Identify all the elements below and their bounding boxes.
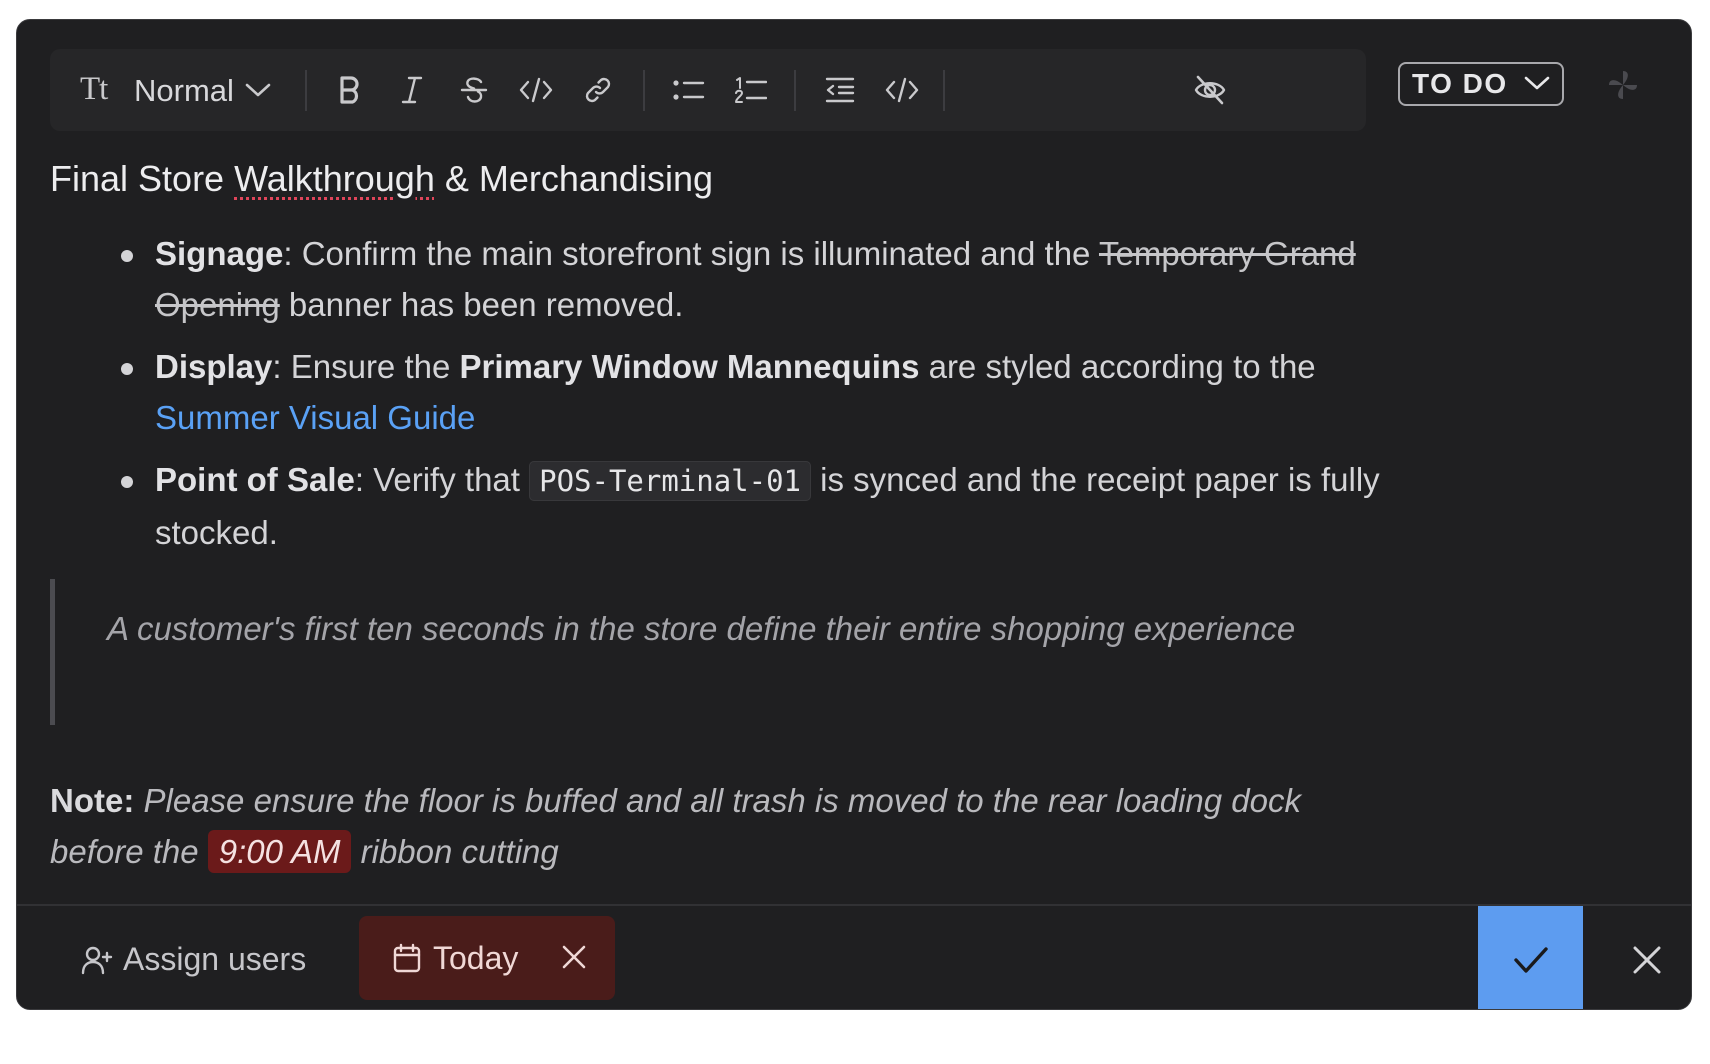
misspelled-word[interactable]: Walkthrough [234,158,435,199]
list-item[interactable]: Signage: Confirm the main storefront sig… [113,228,1403,330]
italic-button[interactable] [394,49,430,131]
inline-code-icon [519,77,553,103]
chevron-down-icon [1524,76,1550,90]
due-date-label: Today [433,939,519,976]
numbered-list-icon [735,77,767,103]
text-format-icon: Tt [80,71,108,107]
add-user-icon [81,946,113,974]
checkmark-icon [1513,946,1548,973]
bold-icon [340,76,359,104]
chevron-down-icon [240,49,276,131]
toolbar-divider [794,70,796,111]
numbered-list-button[interactable] [731,49,771,131]
toolbar-divider [943,70,945,111]
eye-off-icon [1194,75,1226,105]
blockquote: A customer's first ten seconds in the st… [50,579,1350,725]
italic-icon [401,76,423,104]
formatting-toolbar: Tt Normal [50,49,1366,131]
task-editor-card: Tt Normal TO DO Final Store Walkthrough … [16,19,1692,1010]
toolbar-divider [305,70,307,111]
time-highlight: 9:00 AM [207,830,352,873]
due-date-chip[interactable]: Today [359,916,615,1000]
status-dropdown[interactable]: TO DO [1398,62,1564,106]
save-button[interactable] [1478,906,1583,1009]
assign-users-label: Assign users [123,941,307,977]
list-item[interactable]: Point of Sale: Verify that POS-Terminal-… [113,454,1403,558]
outdent-icon [825,77,855,103]
assign-users-button[interactable]: Assign users [81,906,307,1009]
pinwheel-icon [1609,71,1637,99]
strikethrough-button[interactable] [456,49,492,131]
link-button[interactable] [580,49,616,131]
toolbar-divider [643,70,645,111]
pin-button[interactable] [1606,68,1640,107]
strikethrough-icon [460,77,488,103]
text-style-label: Normal [134,73,234,108]
close-icon [562,945,586,969]
inline-code-button[interactable] [516,49,556,131]
code-block-icon [885,77,919,103]
bullet-list-icon [673,80,705,100]
close-icon [1633,946,1661,973]
bold-button[interactable] [332,49,368,131]
link-icon [585,77,611,103]
note-paragraph: Note: Please ensure the floor is buffed … [50,775,1350,877]
code-block-button[interactable] [882,49,922,131]
cancel-button[interactable] [1622,906,1672,1009]
status-label: TO DO [1412,68,1508,99]
list-item[interactable]: Display: Ensure the Primary Window Manne… [113,341,1403,443]
summer-visual-guide-link[interactable]: Summer Visual Guide [155,399,475,436]
task-title[interactable]: Final Store Walkthrough & Merchandising [50,158,713,200]
inline-code: POS-Terminal-01 [529,461,812,501]
hide-toolbar-button[interactable] [1190,49,1230,131]
bullet-list: Signage: Confirm the main storefront sig… [113,228,1403,569]
bullet-list-button[interactable] [669,49,709,131]
calendar-icon [393,943,421,973]
editor-footer: Assign users Today [17,904,1691,1009]
outdent-button[interactable] [820,49,860,131]
